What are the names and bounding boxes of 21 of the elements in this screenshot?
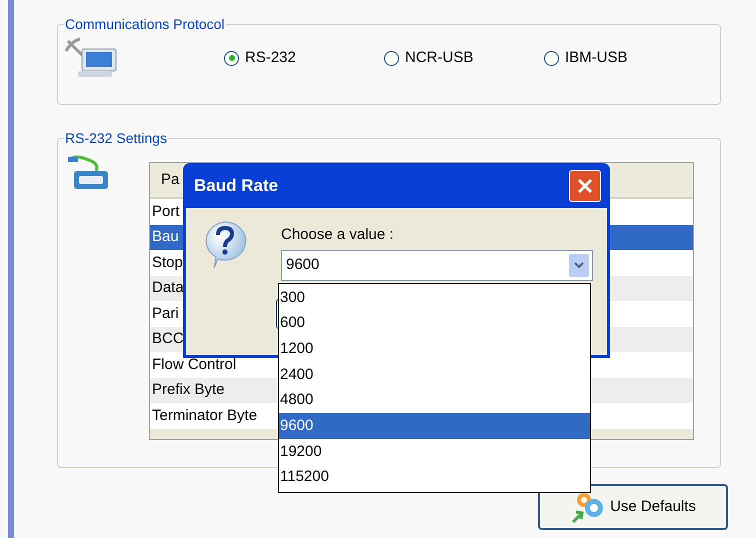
- close-button[interactable]: [569, 170, 601, 202]
- close-icon: [576, 176, 594, 194]
- value-dropdown[interactable]: 9600: [281, 250, 593, 280]
- radio-icon[interactable]: [224, 50, 239, 66]
- radio-option[interactable]: RS-232: [224, 46, 384, 70]
- dialog-title: Baud Rate: [194, 174, 278, 197]
- radio-option[interactable]: NCR-USB: [384, 46, 544, 70]
- dropdown-option[interactable]: 19200: [279, 439, 590, 465]
- dropdown-option[interactable]: 9600: [279, 413, 590, 440]
- radio-icon[interactable]: [544, 50, 559, 66]
- prompt-text: Choose a value :: [281, 225, 395, 245]
- dropdown-option[interactable]: 2400: [279, 362, 590, 388]
- dropdown-option[interactable]: 1200: [279, 336, 590, 362]
- dropdown-option[interactable]: 4800: [279, 388, 590, 414]
- dropdown-option[interactable]: 600: [279, 310, 590, 336]
- group-title: RS-232 Settings: [64, 129, 168, 148]
- radio-option[interactable]: IBM-USB: [544, 46, 704, 70]
- use-defaults-button[interactable]: Use Defaults: [538, 484, 728, 530]
- group-title: Communications Protocol: [64, 15, 226, 34]
- dropdown-option[interactable]: 300: [279, 285, 590, 311]
- radio-icon[interactable]: [384, 50, 399, 66]
